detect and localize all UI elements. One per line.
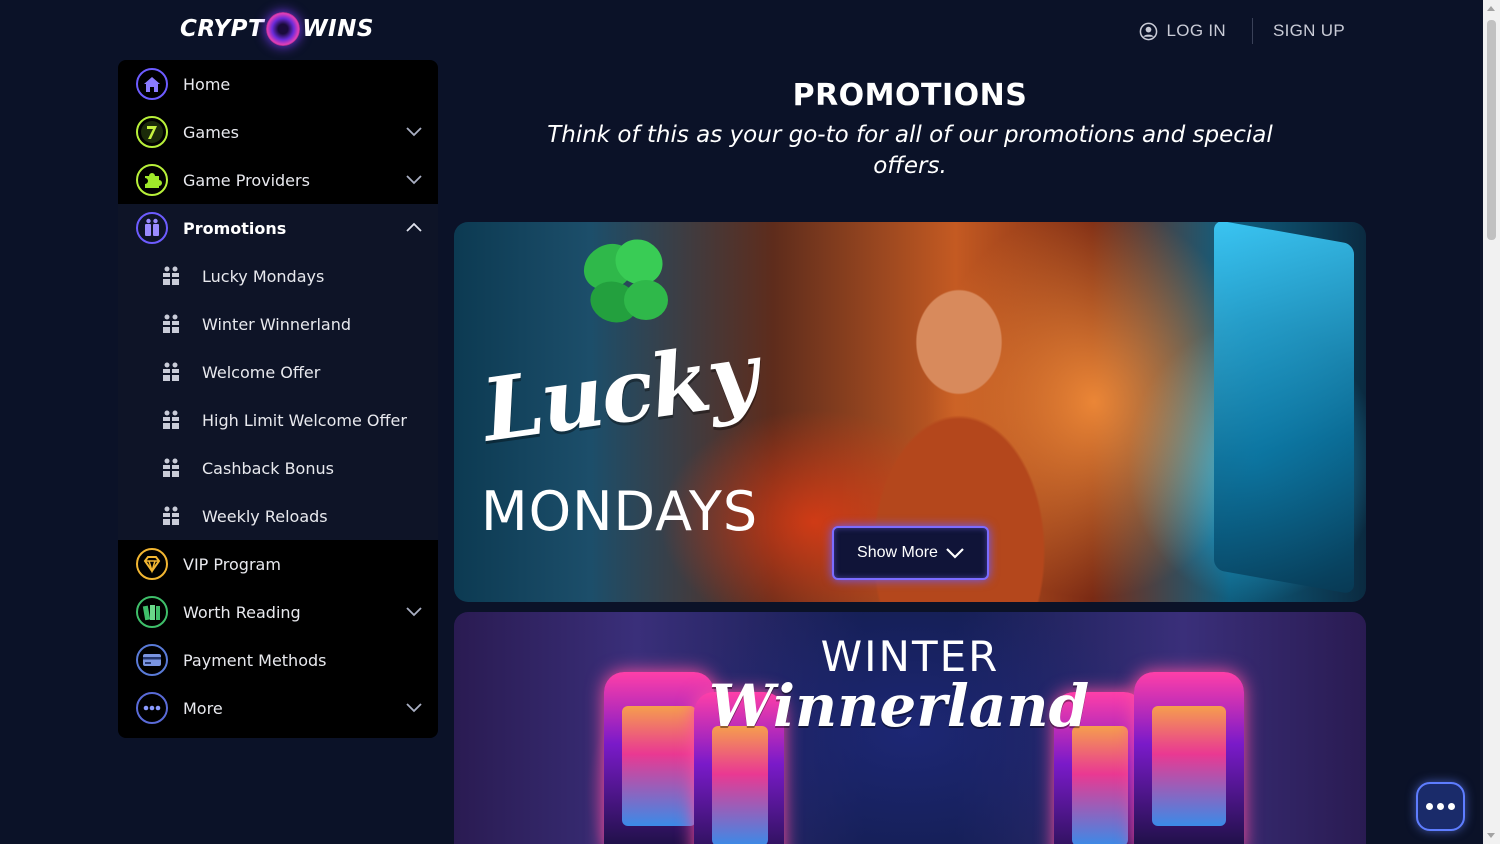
sidebar-item-label: More — [183, 698, 223, 718]
winter-winnerland-banner[interactable]: WINTER Winnerland — [454, 612, 1366, 844]
gift-icon — [163, 410, 179, 429]
chevron-down-icon[interactable] — [406, 701, 422, 713]
sidebar-subitem-weekly-reloads[interactable]: Weekly Reloads — [118, 492, 438, 540]
show-more-label: Show More — [857, 544, 938, 561]
sidebar-subitem-label: Lucky Mondays — [202, 266, 325, 286]
scroll-down-arrow-icon[interactable] — [1487, 833, 1495, 838]
scroll-thumb[interactable] — [1487, 20, 1496, 240]
gift-icon — [163, 506, 179, 525]
sidebar-item-payment-methods[interactable]: Payment Methods — [118, 636, 438, 684]
clover-icon — [583, 239, 668, 323]
sidebar-subitem-cashback-bonus[interactable]: Cashback Bonus — [118, 444, 438, 492]
sidebar-item-game-providers[interactable]: Game Providers — [118, 156, 438, 204]
chat-dot-icon — [1426, 803, 1433, 810]
user-icon — [1139, 22, 1157, 40]
logo-text-right: WINS — [302, 16, 374, 42]
login-label: LOG IN — [1166, 21, 1226, 40]
sidebar-subitem-label: Winter Winnerland — [202, 314, 351, 334]
home-icon — [136, 68, 168, 100]
gift-icon — [163, 314, 179, 333]
scroll-up-arrow-icon[interactable] — [1487, 6, 1495, 11]
sidebar-subitem-welcome-offer[interactable]: Welcome Offer — [118, 348, 438, 396]
chat-dot-icon — [1448, 803, 1455, 810]
page-subtitle: Think of this as your go-to for all of o… — [547, 122, 1273, 179]
puzzle-icon — [136, 164, 168, 196]
seven-icon — [136, 116, 168, 148]
sidebar-subitem-label: Cashback Bonus — [202, 458, 334, 478]
logo[interactable]: CRYPT WINS — [180, 12, 374, 46]
sidebar-item-games[interactable]: Games — [118, 108, 438, 156]
sidebar-item-label: Worth Reading — [183, 602, 301, 622]
more-dots-icon — [136, 692, 168, 724]
banner-script-title: Lucky — [476, 323, 763, 462]
page-title: PROMOTIONS — [792, 78, 1028, 113]
sidebar-subitem-high-limit-welcome-offer[interactable]: High Limit Welcome Offer — [118, 396, 438, 444]
show-more-button[interactable]: Show More — [832, 526, 989, 580]
sidebar-item-label: VIP Program — [183, 554, 281, 574]
chat-dot-icon — [1437, 803, 1444, 810]
sidebar: Home Games Game Providers Promotions Luc… — [118, 60, 438, 738]
gift-icon — [163, 458, 179, 477]
chevron-up-icon[interactable] — [406, 221, 422, 233]
chevron-down-icon[interactable] — [406, 173, 422, 185]
banner-caption: MONDAYS — [481, 480, 759, 543]
chevron-down-icon[interactable] — [406, 605, 422, 617]
sidebar-item-label: Games — [183, 122, 239, 142]
banner-script-title: Winnerland — [708, 672, 1090, 740]
gift-icon — [163, 266, 179, 285]
sidebar-item-label: Game Providers — [183, 170, 310, 190]
sidebar-subitem-lucky-mondays[interactable]: Lucky Mondays — [118, 252, 438, 300]
sidebar-subitem-label: High Limit Welcome Offer — [202, 410, 407, 430]
sidebar-item-home[interactable]: Home — [118, 60, 438, 108]
promotions-group: Promotions Lucky Mondays Winter Winnerla… — [118, 204, 438, 540]
gift-icon — [136, 212, 168, 244]
sidebar-item-label: Home — [183, 74, 231, 94]
sidebar-item-more[interactable]: More — [118, 684, 438, 732]
diamond-icon — [136, 548, 168, 580]
credit-card-icon — [136, 644, 168, 676]
sidebar-item-label: Payment Methods — [183, 650, 327, 670]
monitor-graphic — [1214, 222, 1354, 595]
chat-button[interactable] — [1416, 782, 1465, 831]
sidebar-subitem-label: Weekly Reloads — [202, 506, 328, 526]
lucky-mondays-banner[interactable]: Lucky MONDAYS Show More — [454, 222, 1366, 602]
sidebar-item-promotions[interactable]: Promotions — [118, 204, 438, 252]
header-actions: LOG IN SIGN UP — [1139, 18, 1345, 44]
sidebar-subitem-label: Welcome Offer — [202, 362, 321, 382]
sidebar-item-worth-reading[interactable]: Worth Reading — [118, 588, 438, 636]
sidebar-item-vip-program[interactable]: VIP Program — [118, 540, 438, 588]
books-icon — [136, 596, 168, 628]
login-button[interactable]: LOG IN — [1139, 21, 1252, 41]
signup-button[interactable]: SIGN UP — [1253, 21, 1345, 41]
chevron-down-icon[interactable] — [406, 125, 422, 137]
sidebar-subitem-winter-winnerland[interactable]: Winter Winnerland — [118, 300, 438, 348]
sidebar-item-label: Promotions — [183, 218, 287, 238]
logo-text-left: CRYPT — [180, 16, 265, 42]
chevron-down-icon — [946, 548, 964, 559]
logo-swirl-icon — [266, 12, 301, 46]
scrollbar[interactable] — [1483, 0, 1500, 844]
gift-icon — [163, 362, 179, 381]
